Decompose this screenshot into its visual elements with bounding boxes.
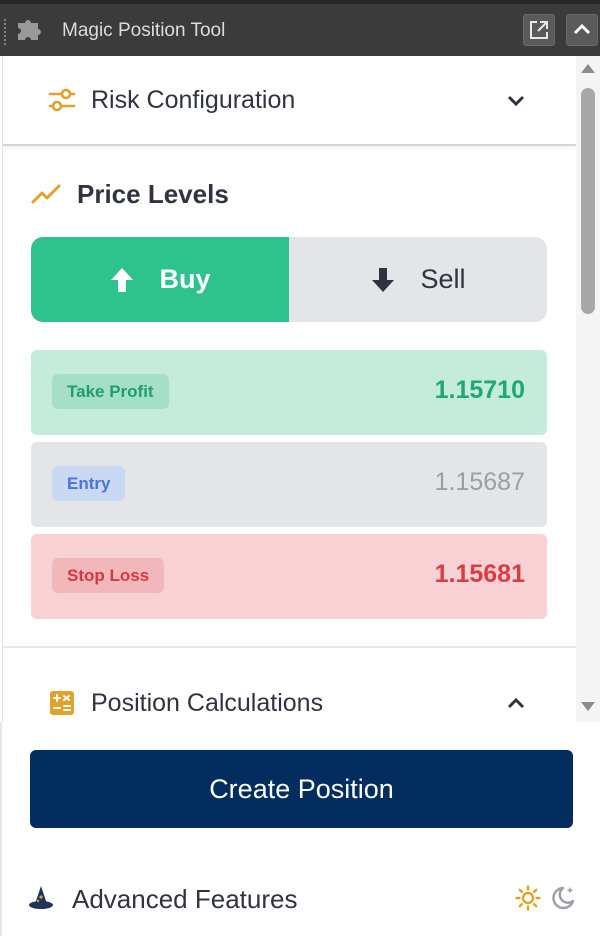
price-levels-heading: Price Levels bbox=[31, 176, 229, 212]
advanced-features-title: Advanced Features bbox=[72, 884, 298, 914]
content-scroll-area[interactable]: Risk Configuration Price Levels Buy Sell… bbox=[2, 56, 576, 722]
entry-value[interactable]: 1.15687 bbox=[435, 468, 525, 497]
sell-button[interactable]: Sell bbox=[289, 237, 547, 322]
wizard-hat-icon bbox=[29, 886, 53, 909]
direction-toggle[interactable]: Buy Sell bbox=[31, 237, 547, 322]
popout-button[interactable] bbox=[523, 14, 555, 46]
scrollbar-thumb[interactable] bbox=[581, 88, 595, 314]
take-profit-badge: Take Profit bbox=[52, 374, 169, 409]
moon-icon[interactable] bbox=[549, 884, 577, 912]
create-position-button[interactable]: Create Position bbox=[30, 750, 573, 828]
sell-label: Sell bbox=[420, 264, 466, 294]
risk-configuration-title: Risk Configuration bbox=[91, 85, 296, 114]
scroll-up-arrow[interactable] bbox=[581, 64, 595, 73]
advanced-features-row[interactable]: Advanced Features bbox=[0, 870, 600, 930]
trend-line-icon bbox=[31, 184, 61, 204]
price-levels-title: Price Levels bbox=[77, 178, 229, 209]
risk-configuration-header[interactable]: Risk Configuration bbox=[3, 56, 576, 146]
collapse-button[interactable] bbox=[566, 14, 598, 46]
chevron-down-icon[interactable] bbox=[505, 89, 527, 111]
arrow-down-icon bbox=[372, 267, 395, 292]
entry-level[interactable]: Entry 1.15687 bbox=[31, 442, 547, 527]
title-bar[interactable]: Magic Position Tool bbox=[0, 0, 600, 56]
stop-loss-level[interactable]: Stop Loss 1.15681 bbox=[31, 534, 547, 619]
sliders-icon bbox=[48, 88, 76, 112]
take-profit-value[interactable]: 1.15710 bbox=[435, 376, 525, 405]
calculator-icon bbox=[50, 691, 74, 715]
buy-label: Buy bbox=[159, 264, 211, 294]
chevron-up-icon bbox=[573, 23, 591, 35]
vertical-scrollbar[interactable] bbox=[576, 56, 600, 722]
position-calculations-header[interactable]: Position Calculations bbox=[3, 658, 576, 722]
section-divider bbox=[3, 646, 576, 648]
scroll-down-arrow[interactable] bbox=[581, 702, 595, 711]
take-profit-level[interactable]: Take Profit 1.15710 bbox=[31, 350, 547, 435]
puzzle-icon bbox=[18, 20, 41, 40]
stop-loss-badge: Stop Loss bbox=[52, 558, 165, 593]
stop-loss-value[interactable]: 1.15681 bbox=[435, 560, 525, 589]
chevron-up-icon[interactable] bbox=[505, 692, 527, 714]
external-link-icon bbox=[530, 21, 548, 39]
sun-icon[interactable] bbox=[515, 885, 541, 911]
arrow-up-icon bbox=[111, 267, 134, 292]
position-calculations-title: Position Calculations bbox=[91, 688, 324, 717]
entry-badge: Entry bbox=[52, 466, 126, 501]
drag-handle[interactable] bbox=[3, 18, 7, 46]
window-title: Magic Position Tool bbox=[62, 20, 226, 41]
buy-button[interactable]: Buy bbox=[31, 237, 289, 322]
